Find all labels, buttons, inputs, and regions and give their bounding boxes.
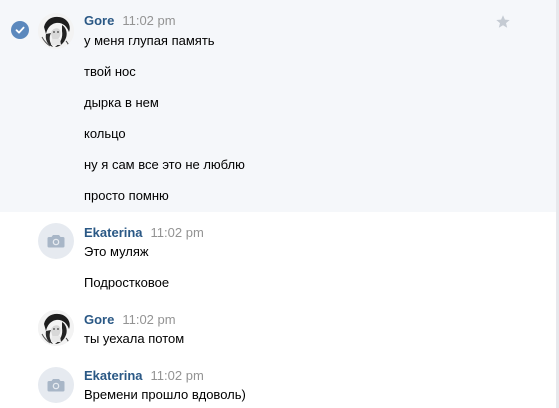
avatar[interactable] <box>38 367 74 403</box>
message-group[interactable]: Gore 11:02 pm у меня глупая память твой н… <box>0 0 559 212</box>
message-group[interactable]: Ekaterina 11:02 pm Времени прошло вдоволь… <box>0 359 559 408</box>
message-text: ну я сам все это не люблю <box>84 157 245 172</box>
message-text: ты уехала потом <box>84 331 185 346</box>
message-text: дырка в нем <box>84 95 159 110</box>
camera-icon <box>47 235 65 248</box>
message-group[interactable]: Ekaterina 11:02 pm Это муляж Подростковое <box>0 212 559 299</box>
message-header: Gore 11:02 pm <box>84 13 176 29</box>
chat-history: Gore 11:02 pm у меня глупая память твой н… <box>0 0 559 408</box>
message-text: кольцо <box>84 126 126 141</box>
author-name[interactable]: Gore <box>84 312 114 327</box>
check-circle-icon[interactable] <box>11 21 29 39</box>
message-time[interactable]: 11:02 pm <box>122 312 175 327</box>
message-text: Времени прошло вдоволь) <box>84 387 246 402</box>
message-text: просто помню <box>84 188 169 203</box>
message-header: Ekaterina 11:02 pm <box>84 368 204 384</box>
message-time[interactable]: 11:02 pm <box>122 13 175 28</box>
author-name[interactable]: Ekaterina <box>84 225 143 240</box>
message-header: Gore 11:02 pm <box>84 312 176 328</box>
message-text: Подростковое <box>84 275 170 290</box>
author-name[interactable]: Gore <box>84 13 114 28</box>
message-text: Это муляж <box>84 244 149 259</box>
star-icon[interactable] <box>495 14 511 30</box>
message-text: твой нос <box>84 64 136 79</box>
message-time[interactable]: 11:02 pm <box>151 368 204 383</box>
author-name[interactable]: Ekaterina <box>84 368 143 383</box>
avatar[interactable] <box>38 223 74 259</box>
message-time[interactable]: 11:02 pm <box>151 225 204 240</box>
message-text: у меня глупая память <box>84 33 215 48</box>
message-header: Ekaterina 11:02 pm <box>84 225 204 241</box>
avatar[interactable] <box>38 13 74 49</box>
camera-icon <box>47 379 65 392</box>
avatar[interactable] <box>38 310 74 346</box>
message-group[interactable]: Gore 11:02 pm ты уехала потом <box>0 299 559 359</box>
